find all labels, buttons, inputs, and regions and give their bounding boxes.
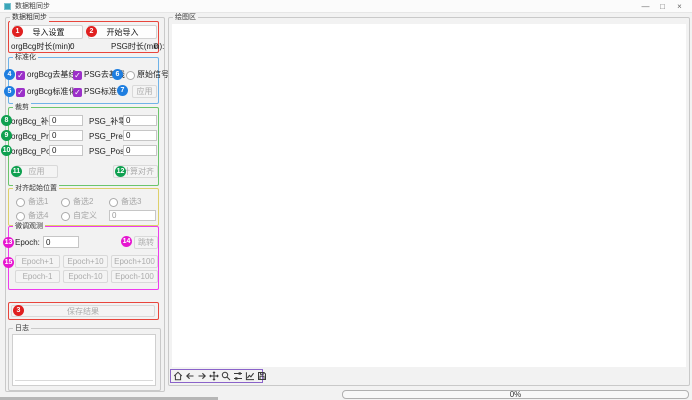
pan-icon[interactable]	[209, 371, 219, 382]
radio-option1[interactable]	[16, 198, 25, 207]
normalization-section: 标准化 4 orgBcg去基线 PSG去基线 6 原始信号 5 orgBcg标准…	[8, 57, 159, 104]
log-title: 日志	[13, 324, 31, 333]
finetune-title: 微调观测	[13, 222, 45, 231]
orgbcg-duration-label: orgBcg时长(min):	[11, 42, 73, 52]
align-start-section: 对齐起始位置 备选1 备选2 备选3 备选4 自定义	[8, 188, 159, 226]
back-icon[interactable]	[185, 371, 195, 382]
radio-option2-label: 备选2	[73, 197, 93, 207]
normalization-apply-button[interactable]: 应用	[132, 85, 157, 98]
checkbox-orgbcg-normalize-label: orgBcg标准化	[27, 87, 76, 97]
home-icon[interactable]	[173, 371, 183, 382]
badge-3: 3	[13, 305, 24, 316]
progress-text: 0%	[510, 390, 522, 399]
log-scrollbar[interactable]	[15, 380, 153, 381]
psg-pre-input[interactable]	[123, 130, 157, 141]
radio-raw-signal-label: 原始信号	[137, 70, 169, 80]
psg-pre-label: PSG_Pre:	[89, 132, 125, 142]
psg-post-input[interactable]	[123, 145, 157, 156]
left-panel-group-title: 数据粗同步	[10, 13, 49, 22]
orgbcg-pre-input[interactable]	[49, 130, 83, 141]
epoch-minus100-button[interactable]: Epoch-100	[111, 270, 158, 283]
epoch-label: Epoch:	[15, 238, 40, 248]
badge-8: 8	[1, 115, 12, 126]
epoch-plus100-button[interactable]: Epoch+100	[111, 255, 158, 268]
app-window: 数据粗同步 — □ × 数据粗同步 导入设置 开始导入 1 2 orgBcg时长…	[0, 0, 692, 400]
epoch-input[interactable]	[43, 236, 79, 248]
save-icon[interactable]	[257, 371, 267, 382]
orgbcg-duration-value: 0	[70, 42, 74, 52]
radio-option4[interactable]	[16, 212, 25, 221]
align-start-title: 对齐起始位置	[13, 184, 59, 193]
crop-section: 裁剪 8 orgBcg_补零: PSG_补零: 9 orgBcg_Pre: PS…	[8, 107, 159, 186]
radio-raw-signal[interactable]	[126, 71, 135, 80]
checkbox-psg-normalize[interactable]	[73, 88, 82, 97]
badge-11: 11	[11, 166, 22, 177]
orgbcg-post-input[interactable]	[49, 145, 83, 156]
save-section: 保存结果 3	[8, 302, 159, 320]
titlebar: 数据粗同步 — □ ×	[0, 0, 692, 13]
checkbox-orgbcg-detrend[interactable]	[16, 71, 25, 80]
orgbcg-padzero-input[interactable]	[49, 115, 83, 126]
badge-14: 14	[121, 236, 132, 247]
import-section: 导入设置 开始导入 1 2 orgBcg时长(min): 0 PSG时长(min…	[8, 21, 159, 53]
minimize-button[interactable]: —	[637, 0, 654, 13]
start-import-button[interactable]: 开始导入	[88, 25, 157, 39]
zoom-icon[interactable]	[221, 371, 231, 382]
jump-button[interactable]: 跳转	[134, 236, 158, 249]
badge-5: 5	[4, 86, 15, 97]
epoch-minus10-button[interactable]: Epoch-10	[63, 270, 108, 283]
badge-9: 9	[1, 130, 12, 141]
save-results-button[interactable]: 保存结果	[11, 305, 155, 317]
subplots-icon[interactable]	[233, 371, 243, 382]
app-icon	[4, 3, 11, 10]
epoch-plus1-button[interactable]: Epoch+1	[15, 255, 60, 268]
window-title: 数据粗同步	[15, 1, 50, 11]
radio-custom[interactable]	[61, 212, 70, 221]
plot-group: 绘图区	[168, 17, 690, 386]
badge-15: 15	[3, 257, 14, 268]
epoch-plus10-button[interactable]: Epoch+10	[63, 255, 108, 268]
close-button[interactable]: ×	[671, 0, 688, 13]
progress-bar: 0%	[342, 390, 689, 399]
log-textarea[interactable]	[12, 334, 156, 386]
checkbox-orgbcg-detrend-label: orgBcg去基线	[27, 70, 76, 80]
radio-option1-label: 备选1	[28, 197, 48, 207]
import-settings-button[interactable]: 导入设置	[14, 25, 83, 39]
window-controls: — □ ×	[637, 0, 688, 13]
normalization-title: 标准化	[13, 53, 38, 62]
radio-option4-label: 备选4	[28, 211, 48, 221]
crop-title: 裁剪	[13, 103, 31, 112]
psg-duration-value: 0	[154, 42, 158, 52]
maximize-button[interactable]: □	[654, 0, 671, 13]
checkbox-orgbcg-normalize[interactable]	[16, 88, 25, 97]
checkbox-psg-detrend[interactable]	[73, 71, 82, 80]
badge-4: 4	[4, 69, 15, 80]
badge-12: 12	[115, 166, 126, 177]
badge-6: 6	[112, 69, 123, 80]
badge-10: 10	[1, 145, 12, 156]
custom-position-input[interactable]	[109, 210, 156, 221]
psg-padzero-input[interactable]	[123, 115, 157, 126]
epoch-minus1-button[interactable]: Epoch-1	[15, 270, 60, 283]
plot-toolbar	[170, 369, 263, 383]
badge-2: 2	[86, 26, 97, 37]
badge-1: 1	[12, 26, 23, 37]
radio-option3-label: 备选3	[121, 197, 141, 207]
finetune-section: 微调观测 13 Epoch: 14 跳转 15 Epoch+1 Epoch+10…	[8, 226, 159, 290]
radio-option2[interactable]	[61, 198, 70, 207]
badge-7: 7	[117, 85, 128, 96]
radio-option3[interactable]	[109, 198, 118, 207]
badge-13: 13	[3, 237, 14, 248]
forward-icon[interactable]	[197, 371, 207, 382]
customize-icon[interactable]	[245, 371, 255, 382]
log-group: 日志	[8, 328, 161, 391]
plot-title: 绘图区	[173, 13, 198, 22]
radio-custom-label: 自定义	[73, 211, 97, 221]
plot-canvas[interactable]	[172, 24, 686, 367]
